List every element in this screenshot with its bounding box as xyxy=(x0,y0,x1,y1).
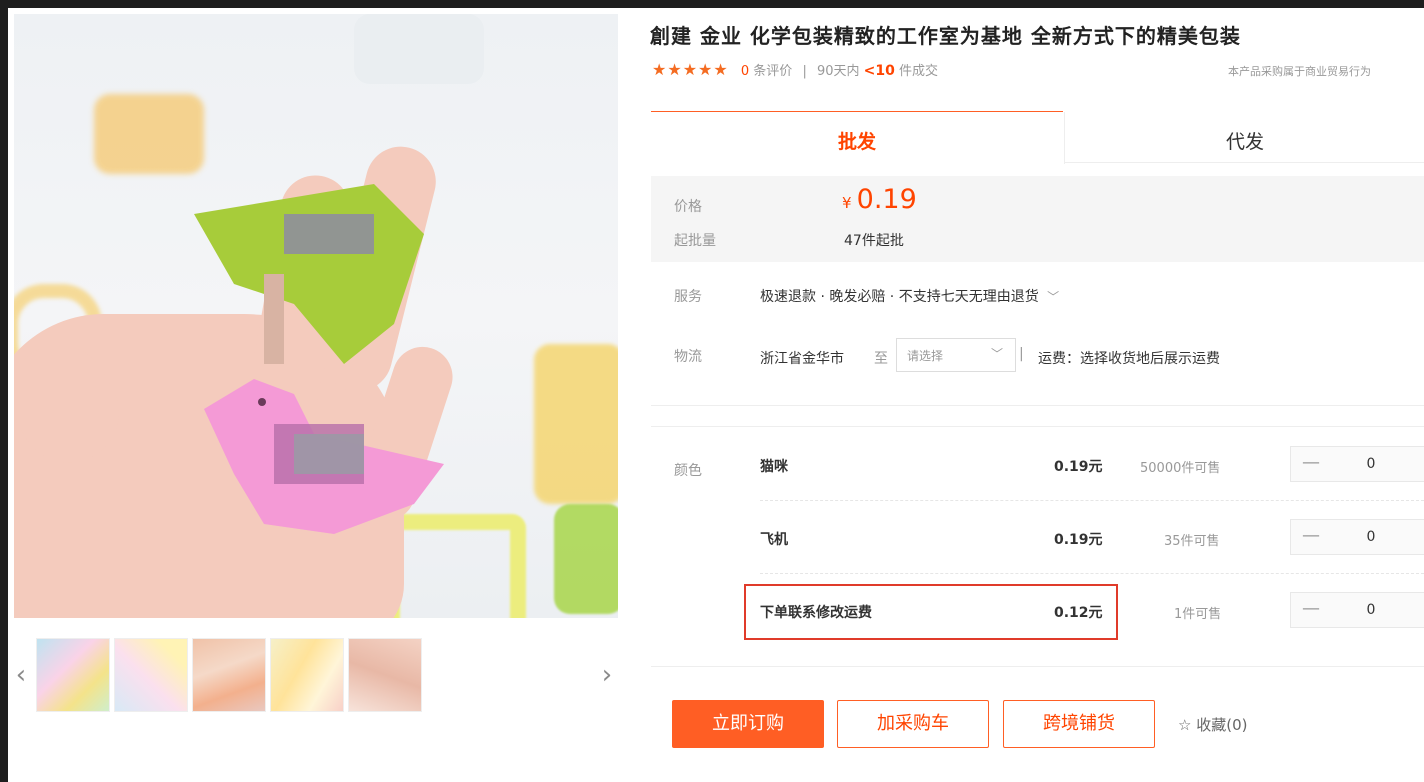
sku-name[interactable]: 下单联系修改运费 xyxy=(760,602,872,622)
service-text: 极速退款 · 晚发必赔 · 不支持七天无理由退货 xyxy=(760,289,1039,305)
tab-wholesale[interactable]: 批发 xyxy=(651,112,1063,164)
freight-text: 运费：选择收货地后展示运费 xyxy=(1038,351,1220,367)
color-label: 颜色 xyxy=(674,463,702,479)
thumbnail-image[interactable] xyxy=(36,638,110,712)
quantity-input[interactable]: 0 xyxy=(1351,447,1391,481)
thumbnail-image[interactable] xyxy=(114,638,188,712)
sku-price: 0.19元 xyxy=(1054,532,1103,548)
bg-blob xyxy=(94,94,204,174)
rating-stars: ★★★★★ xyxy=(652,60,729,79)
section-divider xyxy=(651,405,1424,406)
moq-label: 起批量 xyxy=(674,233,716,249)
sku-stock: 50000件可售 xyxy=(1140,461,1221,476)
chevron-down-icon: ﹀ xyxy=(991,347,1004,361)
divider: | xyxy=(1019,346,1024,362)
minus-button[interactable]: — xyxy=(1291,593,1331,627)
row-divider xyxy=(760,573,1424,575)
quantity-stepper[interactable]: — 0 xyxy=(1290,446,1424,482)
service-label: 服务 xyxy=(674,289,702,305)
tab-dropship[interactable]: 代发 xyxy=(1064,112,1424,164)
price-amount: 0.19 xyxy=(856,184,917,215)
main-product-image[interactable] xyxy=(14,14,618,618)
sku-name[interactable]: 猫咪 xyxy=(760,456,788,476)
star-outline-icon: ☆ xyxy=(1178,716,1192,734)
sold-suffix: 件成交 xyxy=(899,64,939,79)
quantity-input[interactable]: 0 xyxy=(1351,520,1391,554)
rating-row: ★★★★★ 0 条评价 | 90天内 <10 件成交 xyxy=(652,60,938,79)
sku-stock: 35件可售 xyxy=(1164,534,1220,549)
minus-button[interactable]: — xyxy=(1291,520,1331,554)
pink-bird-clip xyxy=(204,379,444,534)
logistics-to: 至 xyxy=(874,351,888,367)
section-divider xyxy=(651,666,1424,667)
chevron-right-icon[interactable]: › xyxy=(594,640,620,710)
price-label: 价格 xyxy=(674,199,702,215)
page-canvas: ‹ › 創建 金业 化学包装精致的工作室为基地 全新方式下的精美包装 ★★★★★… xyxy=(8,8,1424,782)
buy-now-button[interactable]: 立即订购 xyxy=(672,700,824,748)
destination-select[interactable]: 请选择 ﹀ xyxy=(896,338,1016,372)
trade-notice: 本产品采购属于商业贸易行为 xyxy=(1228,65,1371,78)
sku-name[interactable]: 飞机 xyxy=(760,529,788,549)
bg-blob xyxy=(354,14,484,84)
green-leaf-clip xyxy=(194,184,424,364)
price-value: ¥ 0.19 xyxy=(842,184,917,215)
quantity-stepper[interactable]: — 0 xyxy=(1290,519,1424,555)
thumbnail-image[interactable] xyxy=(348,638,422,712)
quantity-stepper[interactable]: — 0 xyxy=(1290,592,1424,628)
sku-price: 0.19元 xyxy=(1054,459,1103,475)
favorite-button[interactable]: ☆ 收藏(0) xyxy=(1178,714,1247,735)
sold-prefix: 90天内 xyxy=(816,64,860,79)
bg-blob xyxy=(554,504,618,614)
select-placeholder: 请选择 xyxy=(907,349,944,363)
chevron-left-icon[interactable]: ‹ xyxy=(8,640,34,710)
minus-button[interactable]: — xyxy=(1291,447,1331,481)
currency-symbol: ¥ xyxy=(842,194,852,212)
logistics-label: 物流 xyxy=(674,349,702,365)
section-divider xyxy=(651,426,1424,427)
chevron-down-icon[interactable]: ﹀ xyxy=(1047,290,1059,304)
tab-underline xyxy=(1064,162,1424,163)
moq-value: 47件起批 xyxy=(844,233,904,249)
logistics-origin: 浙江省金华市 xyxy=(760,351,844,367)
divider: | xyxy=(802,64,807,79)
thumbnail-image[interactable] xyxy=(192,638,266,712)
thumbnail-image[interactable] xyxy=(270,638,344,712)
rating-count[interactable]: 0 xyxy=(741,64,749,79)
price-panel xyxy=(651,176,1424,262)
sku-price: 0.12元 xyxy=(1054,605,1103,621)
sku-stock: 1件可售 xyxy=(1174,607,1222,622)
sold-count: <10 xyxy=(863,63,895,79)
favorite-label: 收藏(0) xyxy=(1196,716,1248,734)
product-title: 創建 金业 化学包装精致的工作室为基地 全新方式下的精美包装 xyxy=(650,24,1241,48)
add-to-cart-button[interactable]: 加采购车 xyxy=(837,700,989,748)
quantity-input[interactable]: 0 xyxy=(1351,593,1391,627)
rating-suffix: 条评价 xyxy=(753,64,793,79)
bg-blob xyxy=(534,344,618,504)
service-text-row[interactable]: 极速退款 · 晚发必赔 · 不支持七天无理由退货 ﹀ xyxy=(760,286,1059,306)
cross-border-button[interactable]: 跨境铺货 xyxy=(1003,700,1155,748)
row-divider xyxy=(760,500,1424,502)
